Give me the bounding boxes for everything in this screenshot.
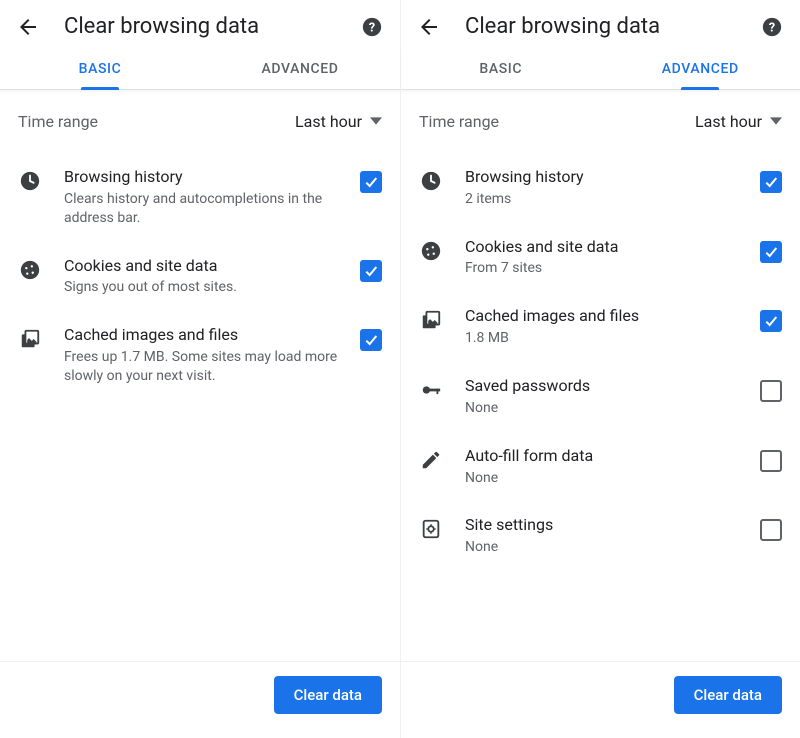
- pencil-icon: [419, 448, 443, 472]
- checkbox-site-settings[interactable]: [760, 519, 782, 541]
- help-icon[interactable]: ?: [360, 15, 384, 39]
- footer: Clear data: [0, 661, 400, 738]
- items-list: Browsing history 2 items Cookies and sit…: [401, 153, 800, 571]
- item-title: Saved passwords: [465, 376, 748, 397]
- items-list: Browsing history Clears history and auto…: [0, 153, 400, 400]
- item-cached: Cached images and files 1.8 MB: [419, 292, 782, 362]
- checkbox-saved-passwords[interactable]: [760, 380, 782, 402]
- image-stack-icon: [419, 308, 443, 332]
- item-title: Cookies and site data: [465, 237, 748, 258]
- page-title: Clear browsing data: [64, 14, 360, 39]
- checkbox-browsing-history[interactable]: [760, 171, 782, 193]
- item-cookies: Cookies and site data From 7 sites: [419, 223, 782, 293]
- item-title: Site settings: [465, 515, 748, 536]
- checkbox-autofill[interactable]: [760, 450, 782, 472]
- item-subtitle: None: [465, 538, 748, 557]
- item-title: Auto-fill form data: [465, 446, 748, 467]
- checkbox-cached[interactable]: [760, 310, 782, 332]
- clear-data-button[interactable]: Clear data: [674, 676, 782, 714]
- time-range-label: Time range: [419, 112, 695, 131]
- time-range-value: Last hour: [295, 112, 362, 131]
- clock-icon: [419, 169, 443, 193]
- time-range-row[interactable]: Time range Last hour: [401, 90, 800, 153]
- item-browsing-history: Browsing history Clears history and auto…: [18, 153, 382, 242]
- tab-basic[interactable]: BASIC: [0, 47, 200, 89]
- item-subtitle: 2 items: [465, 190, 748, 209]
- image-stack-icon: [18, 327, 42, 351]
- time-range-row[interactable]: Time range Last hour: [0, 90, 400, 153]
- item-subtitle: Signs you out of most sites.: [64, 278, 348, 297]
- item-title: Browsing history: [64, 167, 348, 188]
- item-title: Cookies and site data: [64, 256, 348, 277]
- cookie-icon: [419, 239, 443, 263]
- header: Clear browsing data ?: [0, 0, 400, 47]
- item-autofill: Auto-fill form data None: [419, 432, 782, 502]
- chevron-down-icon: [770, 112, 782, 131]
- checkbox-cookies[interactable]: [360, 260, 382, 282]
- settings-page-icon: [419, 517, 443, 541]
- svg-text:?: ?: [369, 20, 375, 35]
- tab-advanced[interactable]: ADVANCED: [601, 47, 800, 89]
- pane-basic: Clear browsing data ? BASIC ADVANCED Tim…: [0, 0, 400, 738]
- item-cookies: Cookies and site data Signs you out of m…: [18, 242, 382, 312]
- svg-text:?: ?: [769, 20, 775, 35]
- item-subtitle: 1.8 MB: [465, 329, 748, 348]
- item-browsing-history: Browsing history 2 items: [419, 153, 782, 223]
- item-subtitle: None: [465, 399, 748, 418]
- item-subtitle: None: [465, 469, 748, 488]
- item-subtitle: From 7 sites: [465, 259, 748, 278]
- checkbox-cookies[interactable]: [760, 241, 782, 263]
- key-icon: [419, 378, 443, 402]
- clear-data-button[interactable]: Clear data: [274, 676, 382, 714]
- chevron-down-icon: [370, 112, 382, 131]
- back-icon[interactable]: [16, 15, 40, 39]
- tab-basic[interactable]: BASIC: [401, 47, 601, 89]
- item-title: Cached images and files: [64, 325, 348, 346]
- pane-advanced: Clear browsing data ? BASIC ADVANCED Tim…: [400, 0, 800, 738]
- checkbox-cached[interactable]: [360, 329, 382, 351]
- item-subtitle: Clears history and autocompletions in th…: [64, 190, 348, 228]
- item-title: Browsing history: [465, 167, 748, 188]
- item-site-settings: Site settings None: [419, 501, 782, 571]
- tab-advanced[interactable]: ADVANCED: [200, 47, 400, 89]
- time-range-label: Time range: [18, 112, 295, 131]
- item-cached: Cached images and files Frees up 1.7 MB.…: [18, 311, 382, 400]
- tabs: BASIC ADVANCED: [401, 47, 800, 90]
- checkbox-browsing-history[interactable]: [360, 171, 382, 193]
- item-subtitle: Frees up 1.7 MB. Some sites may load mor…: [64, 348, 348, 386]
- footer: Clear data: [401, 661, 800, 738]
- back-icon[interactable]: [417, 15, 441, 39]
- item-title: Cached images and files: [465, 306, 748, 327]
- tabs: BASIC ADVANCED: [0, 47, 400, 90]
- item-saved-passwords: Saved passwords None: [419, 362, 782, 432]
- cookie-icon: [18, 258, 42, 282]
- header: Clear browsing data ?: [401, 0, 800, 47]
- page-title: Clear browsing data: [465, 14, 760, 39]
- clock-icon: [18, 169, 42, 193]
- help-icon[interactable]: ?: [760, 15, 784, 39]
- time-range-value: Last hour: [695, 112, 762, 131]
